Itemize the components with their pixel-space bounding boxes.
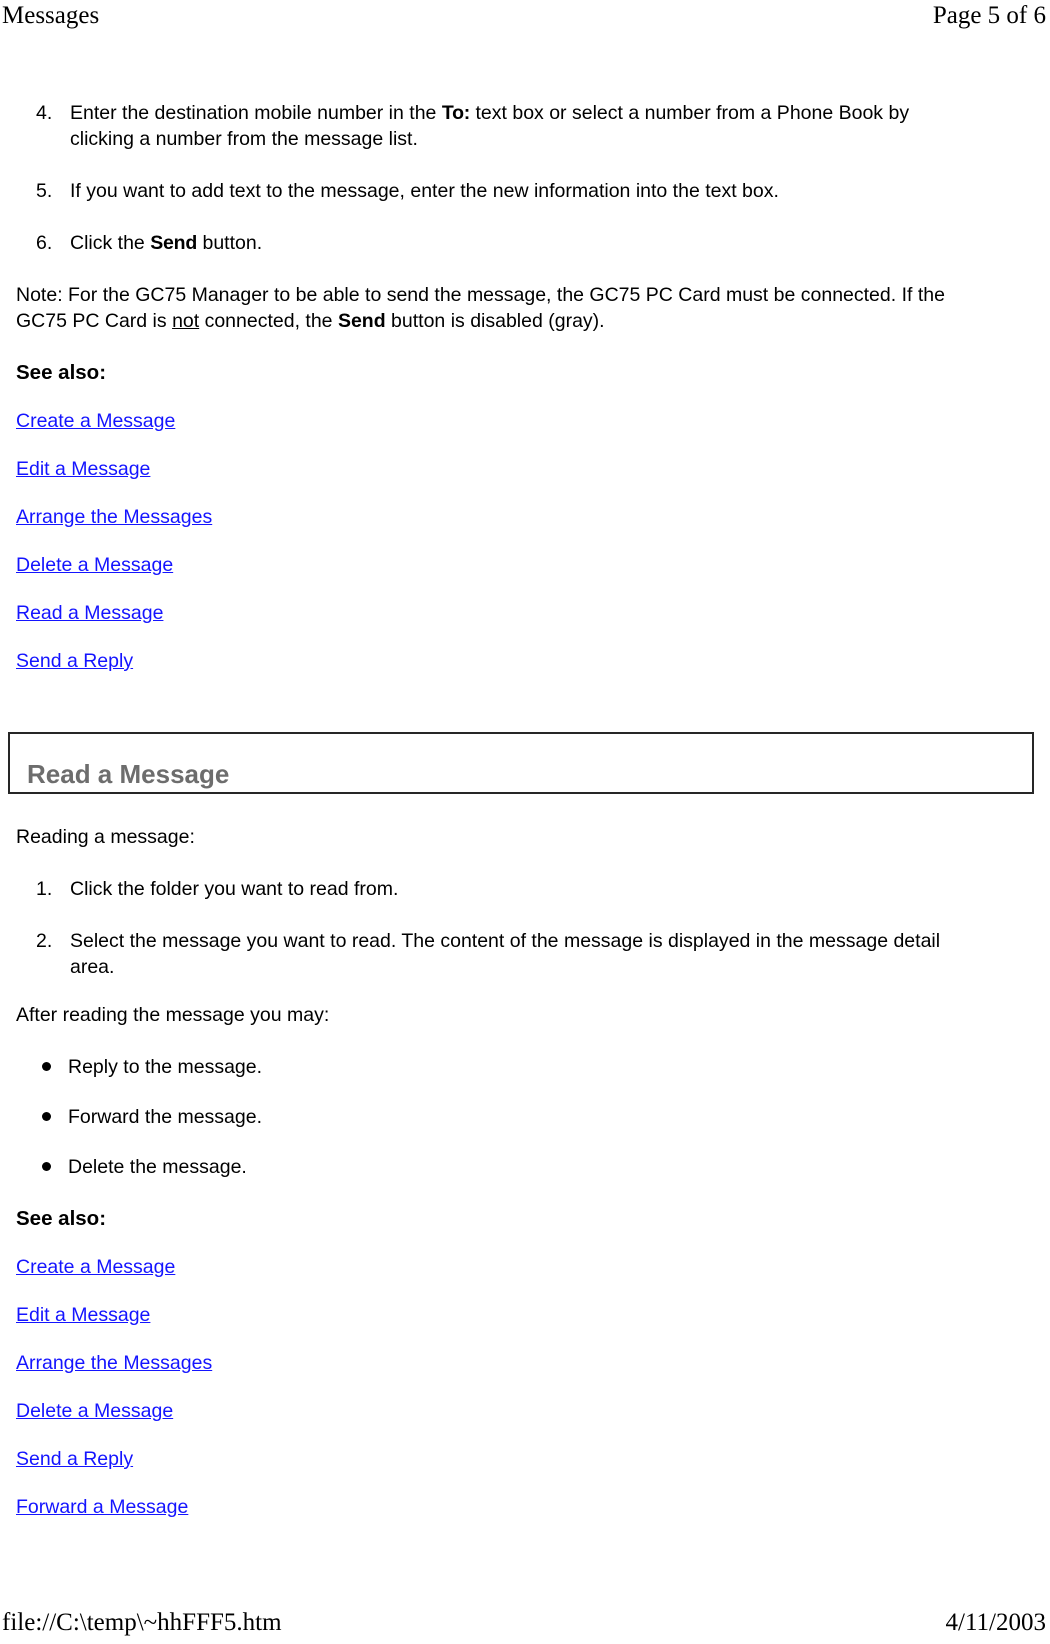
list-item: Create a Message — [0, 408, 1050, 436]
link-forward-a-message[interactable]: Forward a Message — [16, 1496, 188, 1518]
after-reading-label: After reading the message you may: — [16, 1004, 330, 1026]
list-marker: 4. — [36, 102, 53, 124]
step6-text-after: button. — [197, 232, 263, 254]
list-item-text: Click the folder you want to read from. — [70, 878, 399, 900]
list-item-text: Forward the message. — [68, 1106, 263, 1128]
list-item-text: Select the message you want to read. The… — [70, 930, 941, 978]
list-item: Send a Reply — [0, 1446, 1050, 1474]
list-item: 6. Click the Send button. — [0, 230, 1050, 256]
to-field-term: To: — [441, 102, 471, 124]
list-marker: 1. — [36, 878, 53, 900]
link-edit-a-message[interactable]: Edit a Message — [16, 458, 150, 480]
link-arrange-the-messages[interactable]: Arrange the Messages — [16, 1352, 212, 1374]
see-also-heading-2: See also: — [16, 1207, 107, 1230]
list-item: Forward the message. — [0, 1104, 1050, 1130]
list-item: Delete a Message — [0, 552, 1050, 580]
header-page-number: Page 5 of 6 — [932, 2, 1046, 29]
list-item: Send a Reply — [0, 648, 1050, 676]
link-create-a-message[interactable]: Create a Message — [16, 1256, 175, 1278]
link-arrange-the-messages[interactable]: Arrange the Messages — [16, 506, 212, 528]
step4-text-before: Enter the destination mobile number in t… — [70, 102, 442, 124]
link-read-a-message[interactable]: Read a Message — [16, 602, 163, 624]
note-underlined-not: not — [172, 310, 200, 332]
document-body: 4. Enter the destination mobile number i… — [0, 100, 1050, 1522]
list-item: Edit a Message — [0, 1302, 1050, 1330]
list-item: Edit a Message — [0, 456, 1050, 484]
list-item: 2. Select the message you want to read. … — [0, 928, 1050, 980]
step6-text-before: Click the — [70, 232, 151, 254]
list-item: 5. If you want to add text to the messag… — [0, 178, 1050, 204]
link-send-a-reply[interactable]: Send a Reply — [16, 650, 133, 672]
list-item-text: Delete the message. — [68, 1156, 247, 1178]
list-item: Delete the message. — [0, 1154, 1050, 1180]
link-send-a-reply[interactable]: Send a Reply — [16, 1448, 133, 1470]
footer-file-path: file://C:\temp\~hhFFF5.htm — [2, 1609, 282, 1636]
list-marker: 2. — [36, 930, 53, 952]
list-item-text: Enter the destination mobile number in t… — [70, 100, 978, 152]
section-title: Read a Message — [27, 759, 230, 789]
read-message-steps: 1. Click the folder you want to read fro… — [0, 876, 1050, 980]
footer-date: 4/11/2003 — [945, 1609, 1046, 1636]
list-item: 4. Enter the destination mobile number i… — [0, 100, 1050, 152]
page-footer: file://C:\temp\~hhFFF5.htm 4/11/2003 — [0, 1608, 1050, 1638]
note-part-3: button is disabled (gray). — [385, 310, 605, 332]
send-message-steps: 4. Enter the destination mobile number i… — [0, 100, 1050, 256]
see-also-links-2: Create a Message Edit a Message Arrange … — [0, 1254, 1050, 1522]
header-document-title: Messages — [2, 2, 100, 29]
send-button-term: Send — [150, 232, 198, 254]
link-delete-a-message[interactable]: Delete a Message — [16, 554, 173, 576]
list-item: Arrange the Messages — [0, 1350, 1050, 1378]
list-item: Read a Message — [0, 600, 1050, 628]
list-item: Create a Message — [0, 1254, 1050, 1282]
send-message-note: Note: For the GC75 Manager to be able to… — [0, 282, 1050, 334]
read-message-intro: Reading a message: — [16, 826, 195, 848]
list-marker: 6. — [36, 232, 53, 254]
list-item: Reply to the message. — [0, 1054, 1050, 1080]
list-item: 1. Click the folder you want to read fro… — [0, 876, 1050, 902]
list-item: Arrange the Messages — [0, 504, 1050, 532]
list-item: Forward a Message — [0, 1494, 1050, 1522]
list-item-text: If you want to add text to the message, … — [70, 180, 779, 202]
list-item-text: Click the Send button. — [70, 230, 978, 256]
see-also-heading-1: See also: — [16, 361, 107, 384]
see-also-links-1: Create a Message Edit a Message Arrange … — [0, 408, 1050, 676]
page-header: Messages Page 5 of 6 — [0, 1, 1050, 31]
section-heading-box-read-a-message: Read a Message — [8, 732, 1034, 794]
link-delete-a-message[interactable]: Delete a Message — [16, 1400, 173, 1422]
list-marker: 5. — [36, 180, 53, 202]
after-reading-options: Reply to the message. Forward the messag… — [0, 1054, 1050, 1180]
link-create-a-message[interactable]: Create a Message — [16, 410, 175, 432]
note-send-bold: Send — [337, 310, 386, 332]
note-part-2: connected, the — [199, 310, 338, 332]
bullet-icon — [42, 1104, 68, 1130]
list-item-text: Reply to the message. — [68, 1056, 263, 1078]
list-item: Delete a Message — [0, 1398, 1050, 1426]
bullet-icon — [42, 1154, 68, 1180]
link-edit-a-message[interactable]: Edit a Message — [16, 1304, 150, 1326]
bullet-icon — [42, 1054, 68, 1080]
